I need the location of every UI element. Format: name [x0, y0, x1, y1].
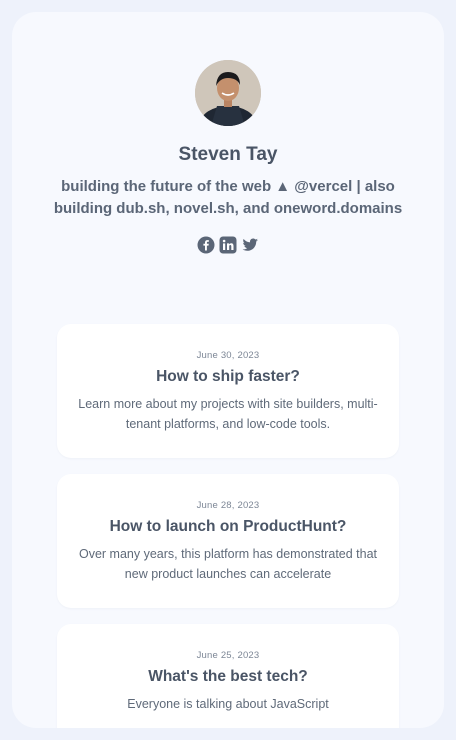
twitter-icon[interactable] [241, 236, 259, 254]
profile-bio: building the future of the web ▲ @vercel… [53, 178, 403, 217]
post-list: June 30, 2023 How to ship faster? Learn … [57, 324, 399, 728]
post-description: Everyone is talking about JavaScript [127, 697, 329, 711]
avatar [195, 60, 261, 126]
social-links [12, 236, 444, 254]
post-card[interactable]: June 25, 2023 What's the best tech? Ever… [57, 624, 399, 728]
facebook-icon[interactable] [197, 236, 215, 254]
post-date: June 25, 2023 [196, 650, 260, 661]
linkedin-icon[interactable] [219, 236, 237, 254]
post-date: June 28, 2023 [196, 500, 260, 511]
profile-photo-icon [195, 60, 261, 126]
profile-name: Steven Tay [178, 144, 278, 165]
post-card[interactable]: June 28, 2023 How to launch on ProductHu… [57, 474, 399, 608]
post-title: How to launch on ProductHunt? [109, 518, 347, 535]
post-title: How to ship faster? [156, 368, 300, 385]
page-frame: Steven Tay building the future of the we… [0, 0, 456, 740]
profile-card: Steven Tay building the future of the we… [12, 12, 444, 728]
post-date: June 30, 2023 [196, 350, 260, 361]
post-description: Learn more about my projects with site b… [78, 397, 378, 431]
post-card[interactable]: June 30, 2023 How to ship faster? Learn … [57, 324, 399, 458]
post-title: What's the best tech? [148, 668, 308, 685]
post-description: Over many years, this platform has demon… [78, 547, 378, 581]
profile-header: Steven Tay building the future of the we… [12, 60, 444, 254]
